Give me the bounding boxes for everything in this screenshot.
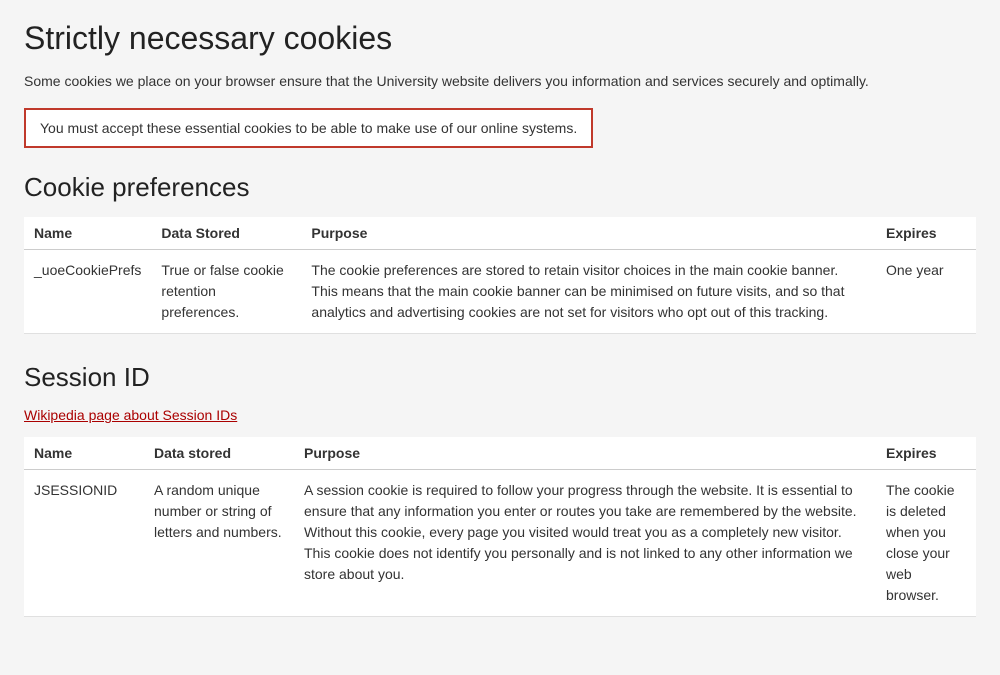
session-id-title: Session ID xyxy=(24,362,976,393)
cp-row-purpose: The cookie preferences are stored to ret… xyxy=(301,250,876,334)
si-row-purpose: A session cookie is required to follow y… xyxy=(294,470,876,617)
wikipedia-link[interactable]: Wikipedia page about Session IDs xyxy=(24,407,976,423)
session-id-table: Name Data stored Purpose Expires JSESSIO… xyxy=(24,437,976,617)
cp-header-name: Name xyxy=(24,217,151,250)
warning-message: You must accept these essential cookies … xyxy=(40,120,577,136)
cp-row-expires: One year xyxy=(876,250,976,334)
si-header-expires: Expires xyxy=(876,437,976,470)
si-row-expires: The cookie is deleted when you close you… xyxy=(876,470,976,617)
cp-row-name: _uoeCookiePrefs xyxy=(24,250,151,334)
page-container: Strictly necessary cookies Some cookies … xyxy=(0,0,1000,675)
warning-box: You must accept these essential cookies … xyxy=(24,108,593,148)
si-header-name: Name xyxy=(24,437,144,470)
si-header-purpose: Purpose xyxy=(294,437,876,470)
si-row-data: A random unique number or string of lett… xyxy=(144,470,294,617)
cookie-preferences-table: Name Data Stored Purpose Expires _uoeCoo… xyxy=(24,217,976,334)
cookie-preferences-title: Cookie preferences xyxy=(24,172,976,203)
cp-header-purpose: Purpose xyxy=(301,217,876,250)
intro-text: Some cookies we place on your browser en… xyxy=(24,71,976,92)
si-header-data: Data stored xyxy=(144,437,294,470)
cp-header-data: Data Stored xyxy=(151,217,301,250)
table-row: JSESSIONID A random unique number or str… xyxy=(24,470,976,617)
page-title: Strictly necessary cookies xyxy=(24,20,976,57)
si-row-name: JSESSIONID xyxy=(24,470,144,617)
cp-row-data: True or false cookie retention preferenc… xyxy=(151,250,301,334)
cp-header-expires: Expires xyxy=(876,217,976,250)
table-row: _uoeCookiePrefs True or false cookie ret… xyxy=(24,250,976,334)
